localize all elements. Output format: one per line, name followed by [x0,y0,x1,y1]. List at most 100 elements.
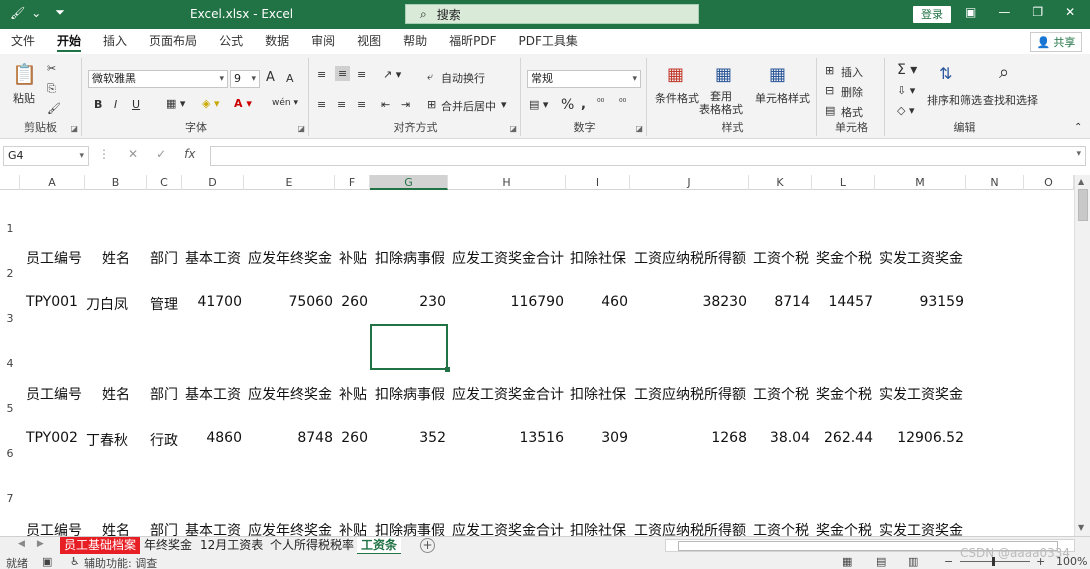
header-cell[interactable]: 工资应纳税所得额 [634,384,746,404]
cell-styles-button[interactable]: 单元格样式 [755,90,810,106]
row-header-3[interactable]: 3 [0,312,20,325]
borders-icon[interactable]: ▦ ▾ [166,97,185,110]
header-cell[interactable]: 扣除病事假 [375,520,445,536]
format-painter-icon[interactable]: 🖌 [47,102,61,115]
record-cell[interactable]: 4860 [182,430,242,446]
sheet-tab-tax-rate[interactable]: 个人所得税税率 [266,537,358,555]
sort-filter-icon[interactable]: ⇅ [939,64,952,83]
conditional-format-button[interactable]: 条件格式 [655,90,699,106]
merge-center-icon[interactable]: ⊞ [427,98,436,111]
tab-foxit-pdf[interactable]: 福昕PDF [438,29,507,54]
name-box[interactable]: G4 ▾ [3,146,89,166]
tab-view[interactable]: 视图 [346,29,392,54]
cut-icon[interactable]: ✂ [47,62,56,75]
tab-pdf-tools[interactable]: PDF工具集 [508,29,589,54]
column-header-e[interactable]: E [244,175,335,190]
record-cell[interactable]: 260 [335,294,368,310]
sort-filter-button[interactable]: 排序和筛选 [927,92,982,108]
align-right-icon[interactable]: ≡ [357,98,366,111]
wrap-text-button[interactable]: 自动换行 [441,70,485,86]
header-cell[interactable]: 应发年终奖金 [248,384,332,404]
header-cell[interactable]: 部门 [150,384,178,404]
comma-style-icon[interactable]: , [581,97,586,112]
decrease-decimal-icon[interactable]: ⁰⁰ [619,98,626,108]
zoom-slider[interactable] [960,557,1030,566]
dialog-launcher-icon[interactable]: ◪ [509,124,517,133]
header-cell[interactable]: 实发工资奖金 [879,520,963,536]
conditional-format-icon[interactable]: ▦ [667,64,684,85]
header-cell[interactable]: 姓名 [102,520,130,536]
insert-cells-button[interactable]: 插入 [841,64,863,80]
header-cell[interactable]: 部门 [150,248,178,268]
record-cell[interactable]: 14457 [812,294,873,310]
ribbon-display-icon[interactable]: ▣ [965,5,976,19]
merge-center-button[interactable]: 合并后居中 [441,98,496,114]
dialog-launcher-icon[interactable]: ◪ [70,124,78,133]
header-cell[interactable]: 员工编号 [26,248,82,268]
copy-icon[interactable]: ⎘ [47,82,56,96]
format-cells-icon[interactable]: ▤ [825,104,835,117]
currency-icon[interactable]: ▤ ▾ [529,98,548,111]
header-cell[interactable]: 实发工资奖金 [879,384,963,404]
find-select-button[interactable]: 查找和选择 [983,92,1038,108]
clear-icon[interactable]: ◇ ▾ [897,104,914,117]
header-cell[interactable]: 扣除社保 [570,520,626,536]
scroll-up-icon[interactable]: ▲ [1078,177,1084,186]
record-cell[interactable]: 1268 [630,430,747,446]
sheet-tab-year-end-bonus[interactable]: 年终奖金 [140,537,196,555]
tab-formulas[interactable]: 公式 [208,29,254,54]
chevron-down-icon[interactable]: ⌄ [31,6,41,20]
header-cell[interactable]: 奖金个税 [816,384,872,404]
normal-view-icon[interactable]: ▦ [842,555,852,568]
column-header-d[interactable]: D [182,175,244,190]
increase-indent-icon[interactable]: ⇥ [401,98,410,111]
insert-cells-icon[interactable]: ⊞ [825,64,834,77]
sheet-tab-employee-archive[interactable]: 员工基础档案 [60,537,141,555]
align-left-icon[interactable]: ≡ [317,98,326,111]
header-cell[interactable]: 应发工资奖金合计 [452,248,564,268]
column-header-a[interactable]: A [20,175,85,190]
record-cell[interactable]: 460 [566,294,628,310]
worksheet-grid[interactable]: 员工编号 姓名 部门 基本工资 应发年终奖金 补贴 扣除病事假 应发工资奖金合计… [20,190,1074,536]
wrap-text-icon[interactable]: ⤶ [427,70,433,84]
header-cell[interactable]: 应发年终奖金 [248,520,332,536]
formula-input[interactable]: ▾ [210,146,1086,166]
tab-help[interactable]: 帮助 [392,29,438,54]
tab-data[interactable]: 数据 [254,29,300,54]
expand-formula-icon[interactable]: ▾ [1076,149,1081,159]
selected-cell-g4[interactable] [370,324,450,372]
sheet-tab-payslip[interactable]: 工资条 [357,537,402,555]
header-cell[interactable]: 姓名 [102,248,130,268]
login-button[interactable]: 登录 [913,6,951,23]
header-cell[interactable]: 工资个税 [753,248,809,268]
find-select-icon[interactable]: ⌕ [999,62,1009,83]
record-cell[interactable]: 12906.52 [875,430,964,446]
header-cell[interactable]: 补贴 [339,248,367,268]
font-color-icon[interactable]: A ▾ [234,97,252,110]
percent-icon[interactable]: % [561,97,574,113]
vertical-scroll-thumb[interactable] [1078,189,1088,221]
header-cell[interactable]: 补贴 [339,520,367,536]
record-cell[interactable]: 352 [370,430,446,446]
header-cell[interactable]: 员工编号 [26,520,82,536]
select-all-corner[interactable] [0,175,20,190]
record-cell[interactable]: 行政 [150,430,178,450]
underline-button[interactable]: U [132,98,140,111]
dialog-launcher-icon[interactable]: ◪ [635,124,643,133]
cell-styles-icon[interactable]: ▦ [769,64,786,85]
delete-cells-icon[interactable]: ⊟ [825,84,834,97]
header-cell[interactable]: 应发工资奖金合计 [452,384,564,404]
header-cell[interactable]: 部门 [150,520,178,536]
header-cell[interactable]: 扣除病事假 [375,248,445,268]
record-cell[interactable]: 309 [566,430,628,446]
record-cell[interactable]: 13516 [448,430,564,446]
collapse-ribbon-icon[interactable]: ⌃ [1074,122,1082,133]
fill-icon[interactable]: ⇩ ▾ [897,84,915,97]
header-cell[interactable]: 工资应纳税所得额 [634,520,746,536]
header-cell[interactable]: 工资应纳税所得额 [634,248,746,268]
paste-icon[interactable]: 📋 [12,62,37,86]
page-break-view-icon[interactable]: ▥ [908,555,918,568]
accessibility-status[interactable]: 辅助功能: 调查 [84,555,157,569]
header-cell[interactable]: 应发工资奖金合计 [452,520,564,536]
row-header-4[interactable]: 4 [0,357,20,370]
